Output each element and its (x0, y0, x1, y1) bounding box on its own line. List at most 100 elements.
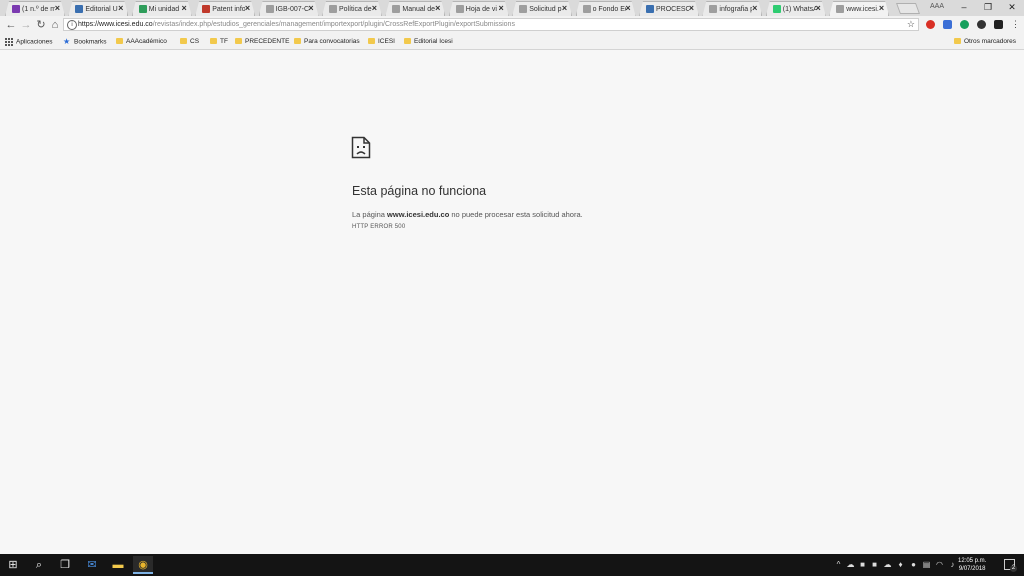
windows-start-icon[interactable]: ⊞ (3, 556, 23, 574)
extension-icon[interactable] (943, 20, 952, 29)
close-tab-icon[interactable]: × (435, 3, 440, 14)
browser-tab[interactable]: (1) WhatsA × (766, 1, 826, 16)
favicon-icon (836, 5, 844, 13)
close-tab-icon[interactable]: × (372, 3, 377, 14)
tab-title: www.icesi.e (846, 6, 880, 13)
tab-title: Hoja de vi (465, 6, 497, 13)
system-clock[interactable]: 12:05 p.m. 9/07/2018 (958, 557, 986, 573)
close-tab-icon[interactable]: × (752, 3, 757, 14)
folder-icon (404, 38, 411, 45)
outlook-icon[interactable]: ✉ (82, 556, 102, 574)
chevron-up-icon[interactable]: ^ (834, 560, 843, 569)
browser-tab[interactable]: Editorial U × (68, 1, 128, 16)
browser-tab[interactable]: Manual de × (385, 1, 445, 16)
other-bookmarks[interactable]: Otros marcadores (954, 38, 1016, 46)
bookmark-item[interactable]: CS (180, 38, 199, 46)
favicon-icon (456, 5, 464, 13)
adblock-icon[interactable] (926, 20, 935, 29)
browser-tab[interactable]: Mi unidad × (132, 1, 192, 16)
home-icon[interactable]: ⌂ (48, 18, 62, 32)
bookmark-item[interactable]: PRECEDENTE (235, 38, 289, 46)
menu-icon[interactable]: ⋮ (1011, 19, 1020, 30)
bookmark-label: ICESI (378, 38, 395, 45)
browser-tab[interactable]: infografia p × (702, 1, 762, 16)
close-tab-icon[interactable]: × (879, 3, 884, 14)
extension-icon[interactable] (994, 20, 1003, 29)
browser-tab[interactable]: Solicitud p × (512, 1, 572, 16)
bookmark-item[interactable]: AAAcadémico (116, 38, 167, 46)
bookmark-item[interactable]: Para convocatorias (294, 38, 360, 46)
tab-title: infografia p (719, 6, 753, 13)
close-tab-icon[interactable]: × (118, 3, 123, 14)
tab-title: (1) WhatsA (782, 6, 816, 13)
new-tab-button[interactable] (895, 3, 921, 14)
minimize-button[interactable]: – (952, 0, 976, 14)
close-tab-icon[interactable]: × (499, 3, 504, 14)
notification-center-icon[interactable]: 2 (1004, 559, 1017, 572)
chrome-icon[interactable]: ◉ (133, 556, 153, 574)
close-tab-icon[interactable]: × (182, 3, 187, 14)
browser-tab[interactable]: IGB-007-C × (259, 1, 319, 16)
bookmarks-bar: Aplicaciones ★ Bookmarks AAAcadémico CS TF PRE… (0, 34, 1024, 50)
close-tab-icon[interactable]: × (816, 3, 821, 14)
error-code: HTTP ERROR 500 (352, 224, 406, 230)
reload-button[interactable]: ↻ (34, 18, 48, 32)
file-explorer-icon[interactable]: ▬ (108, 556, 128, 574)
search-icon[interactable]: ⌕ (29, 556, 49, 574)
bookmark-item[interactable]: ICESI (368, 38, 395, 46)
bookmark-item[interactable]: Editorial Icesi (404, 38, 453, 46)
extension-icon[interactable] (977, 20, 986, 29)
task-view-icon[interactable]: ❐ (55, 556, 75, 574)
close-tab-icon[interactable]: × (55, 3, 60, 14)
browser-tab[interactable]: www.icesi.e × (829, 1, 889, 16)
browser-tab[interactable]: PROCESO × (639, 1, 699, 16)
forward-button[interactable]: → (19, 18, 33, 32)
info-icon[interactable]: i (67, 20, 77, 30)
wifi-icon[interactable]: ◠ (935, 560, 944, 569)
browser-tab[interactable]: (1 n.º de m × (5, 1, 65, 16)
favicon-icon (646, 5, 654, 13)
favicon-icon (12, 5, 20, 13)
bookmark-label: TF (220, 38, 228, 45)
tray-icon[interactable]: ☁ (846, 560, 855, 569)
bookmark-star-icon[interactable]: ☆ (907, 19, 915, 30)
close-window-button[interactable]: ✕ (1000, 0, 1024, 14)
browser-tab[interactable]: Patent info × (195, 1, 255, 16)
bookmark-item[interactable]: Aplicaciones (5, 38, 53, 47)
browser-tab[interactable]: o Fondo Ed × (576, 1, 636, 16)
profile-label[interactable]: AAA (930, 3, 944, 10)
sad-page-icon (351, 136, 371, 159)
cloud-icon[interactable]: ☁ (883, 560, 892, 569)
close-tab-icon[interactable]: × (308, 3, 313, 14)
browser-tab[interactable]: Hoja de vi × (449, 1, 509, 16)
url-text[interactable]: https://www.icesi.edu.co/revistas/index.… (78, 20, 515, 30)
network-icon[interactable]: ▤ (922, 560, 931, 569)
bookmark-label: Bookmarks (74, 38, 107, 46)
clock-time: 12:05 p.m. (958, 558, 987, 564)
close-tab-icon[interactable]: × (562, 3, 567, 14)
grammarly-icon[interactable] (960, 20, 969, 29)
volume-icon[interactable]: ♪ (948, 560, 957, 569)
tab-title: IGB-007-C (275, 6, 309, 13)
tray-icon[interactable]: ● (909, 560, 918, 569)
tray-icon[interactable]: ■ (870, 560, 879, 569)
back-button[interactable]: ← (4, 18, 18, 32)
close-tab-icon[interactable]: × (245, 3, 250, 14)
tray-icon[interactable]: ■ (858, 560, 867, 569)
folder-icon (368, 38, 375, 45)
address-bar[interactable]: i https://www.icesi.edu.co/revistas/inde… (63, 18, 919, 31)
favicon-icon (202, 5, 210, 13)
favicon-icon (583, 5, 591, 13)
bookmark-item[interactable]: TF (210, 38, 228, 46)
tray-icon[interactable]: ♦ (896, 560, 905, 569)
error-message: La página www.icesi.edu.co no puede proc… (352, 210, 583, 219)
close-tab-icon[interactable]: × (625, 3, 630, 14)
tab-title: PROCESO (656, 6, 689, 13)
browser-tab[interactable]: Política del × (322, 1, 382, 16)
tab-title: o Fondo Ed (592, 6, 626, 13)
favicon-icon (519, 5, 527, 13)
bookmark-item[interactable]: ★ Bookmarks (63, 38, 107, 47)
apps-icon (5, 38, 13, 46)
maximize-button[interactable]: ❐ (976, 0, 1000, 14)
close-tab-icon[interactable]: × (689, 3, 694, 14)
